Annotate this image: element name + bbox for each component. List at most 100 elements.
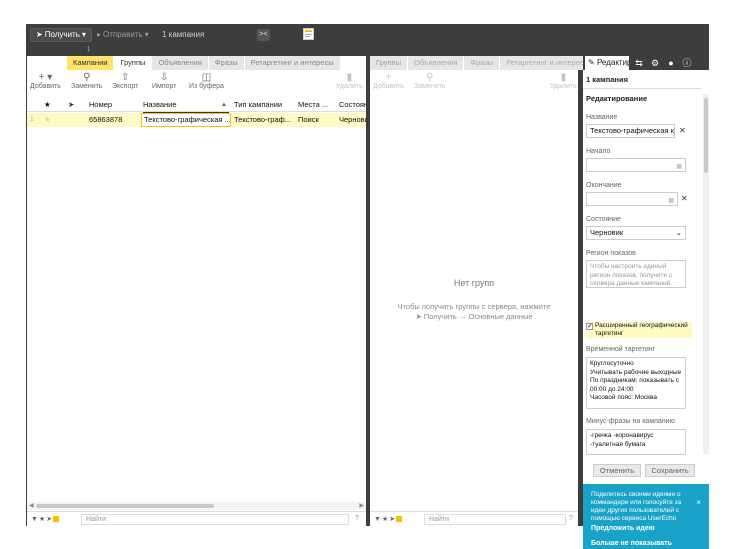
empty-state-text: Чтобы получить группы с сервера, нажмите… [370,302,578,322]
tag-icon: ➤ [68,100,75,109]
save-button[interactable]: Сохранить [645,464,695,477]
scroll-right-icon[interactable]: ▶ [359,502,364,510]
tab-phrases[interactable]: Фразы [208,56,245,70]
groups-tabs: Группы Объявления Фразы Ретаргетинг и ин… [370,56,597,70]
help-icon[interactable]: ? [569,515,573,522]
calendar-icon[interactable]: ▦ [668,195,674,205]
table-row[interactable]: 1 ★ 65863878 Текстово-графическая ... Те… [27,113,366,127]
search-input[interactable]: Найти [81,514,349,525]
tab-ads-mid[interactable]: Объявления [408,56,465,70]
tab-groups-mid[interactable]: Группы [370,56,408,70]
column-state[interactable]: Состояние [339,98,366,112]
column-type[interactable]: Тип кампании [234,98,294,112]
cell-name[interactable]: Текстово-графическая ... [141,113,231,127]
geo-targeting-checkbox[interactable]: ✓ Расширенный географический таргетинг [586,322,692,338]
empty-basic-data-link[interactable]: Основные данные [468,312,532,321]
info-icon[interactable]: ⓘ [681,57,693,69]
plus-icon: + ▾ [38,72,53,83]
scrollbar-thumb[interactable] [36,504,214,508]
column-places[interactable]: Места ... [298,98,336,112]
add-button[interactable]: + ▾ Добавить [30,72,61,90]
time-line: Круглосуточно [590,360,634,367]
cancel-button[interactable]: Отменить [593,464,641,477]
horizontal-scrollbar[interactable]: ◀ ▶ [27,502,366,510]
name-field[interactable]: Текстово-графическая кампания [586,124,675,138]
filter-icons[interactable]: ▼★➤ [374,515,403,523]
from-buffer-button[interactable]: ◫ Из буфера [189,72,224,90]
scrollbar-thumb[interactable] [704,98,708,173]
replace-button[interactable]: ⚲ Заменить [71,72,102,90]
import-button[interactable]: ⇩ Импорт [152,72,176,90]
delete-button[interactable]: ▮ Удалить [336,72,363,90]
row-index: 1 [30,116,34,123]
region-field[interactable]: Чтобы настроить единый регион показов, п… [586,260,686,288]
end-date-field[interactable]: ▦ [586,192,678,206]
tab-phrases-mid[interactable]: Фразы [464,56,501,70]
clear-icon[interactable]: ✕ [679,126,686,135]
calendar-icon[interactable]: ▦ [676,161,682,171]
add-group-button[interactable]: + Добавить [373,72,404,90]
empty-state-line-2: ➤ Получить → Основные данные [370,312,578,322]
filter-icons[interactable]: ▼★➤ [31,515,60,523]
filter-icon[interactable]: ▼ [31,516,39,523]
sliders-icon[interactable]: ⇆ [633,57,645,69]
replace-group-button[interactable]: ⚲ Заменить [414,72,445,90]
notes-icon[interactable] [303,28,314,40]
column-tag[interactable]: ➤ [68,98,74,112]
tab-marker: 1 [87,47,91,53]
divider [583,88,701,89]
dont-show-link[interactable]: Больше не показывать [591,540,672,547]
star-icon[interactable]: ★ [44,113,51,127]
suggest-idea-link[interactable]: Предложить идею [591,525,655,532]
filter-icon[interactable]: ▼ [374,516,382,523]
empty-receive-link[interactable]: Получить [424,312,457,321]
tab-groups[interactable]: Группы [114,56,153,70]
groups-actions: + Добавить ⚲ Заменить ▮ Удалить [370,72,578,94]
collapse-icon[interactable]: >< [257,29,270,41]
from-buffer-label: Из буфера [189,83,224,90]
tab-retargeting[interactable]: Ретаргетинг и интересы [244,56,341,70]
tab-campaigns[interactable]: Кампании [67,56,115,70]
send-button[interactable]: ▸ Отправить ▾ [94,28,152,42]
color-filter-icon[interactable] [53,516,60,523]
minus-phrases-field[interactable]: -гречка -коронавирус -туалетная бумага [586,429,686,455]
receive-button[interactable]: ➤ Получить ▾ [30,28,92,42]
name-label: Название [586,114,618,121]
delete-group-button[interactable]: ▮ Удалить [550,72,577,90]
column-number[interactable]: Номер [89,98,139,112]
groups-filter-bar: ▼★➤ Найти ? [370,511,578,526]
tab-retargeting-mid[interactable]: Ретаргетинг и интересы [500,56,597,70]
column-star[interactable]: ★ [44,98,51,112]
state-select[interactable]: Черновик ⌄ [586,226,686,240]
help-icon[interactable]: ? [355,515,359,522]
tag-filter-icon[interactable]: ➤ [46,516,53,523]
search-input[interactable]: Найти [424,514,566,525]
replace-group-label: Заменить [414,83,446,90]
pencil-icon: ✎ [588,58,595,67]
clear-icon[interactable]: ✕ [681,194,688,203]
edit-panel: ✎ Редактирование ⇆ ⚙ ● ⓘ 1 кампания Реда… [583,56,709,549]
end-label: Окончание [586,182,622,189]
tab-edit[interactable]: ✎ Редактирование [585,56,629,70]
geo-targeting-label: Расширенный географический таргетинг [586,322,692,338]
tag-filter-icon[interactable]: ➤ [389,516,396,523]
chevron-down-icon: ⌄ [675,228,682,237]
tab-ads[interactable]: Объявления [152,56,209,70]
scroll-left-icon[interactable]: ◀ [29,502,34,510]
export-icon: ⇧ [120,72,130,83]
column-name[interactable]: Название [143,98,229,113]
cell-type: Текстово-граф... [234,115,292,124]
time-targeting-field[interactable]: Круглосуточно Учитывать рабочие выходные… [586,357,686,409]
edit-scrollbar[interactable] [703,94,709,454]
send-label: Отправить [103,30,143,39]
close-icon[interactable]: × [696,498,701,507]
trash-icon: ▮ [560,72,567,83]
comment-icon[interactable]: ● [665,57,677,69]
chevron-down-icon: ▾ [81,30,86,39]
start-date-field[interactable]: ▦ [586,158,686,172]
commander-window: ➤ Получить ▾ ▸ Отправить ▾ 1 кампания ><… [26,24,709,549]
gear-icon[interactable]: ⚙ [649,57,661,69]
export-button[interactable]: ⇧ Экспорт [112,72,138,90]
time-line: Учитывать рабочие выходные [590,368,682,376]
color-filter-icon[interactable] [396,516,403,523]
